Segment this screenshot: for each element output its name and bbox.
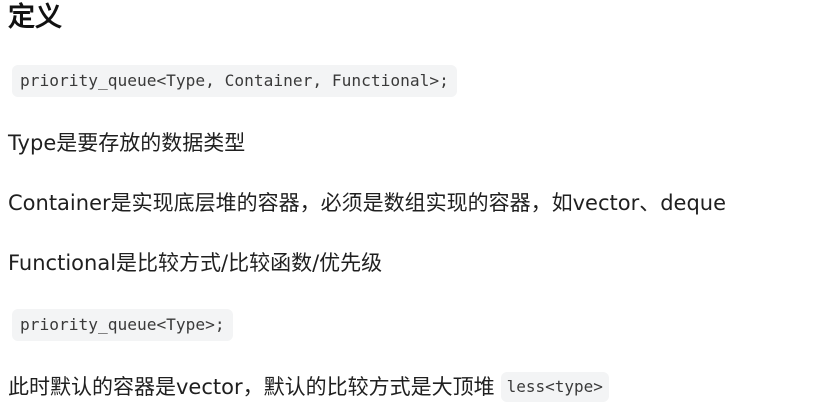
code-snippet-short-signature: priority_queue<Type>; [12, 309, 233, 341]
default-description-line: 此时默认的容器是vector，默认的比较方式是大顶堆 less<type> [8, 372, 609, 402]
inline-code-less-type: less<type> [500, 372, 609, 402]
section-heading: 定义 [8, 2, 62, 33]
default-description: 此时默认的容器是vector，默认的比较方式是大顶堆 [8, 375, 495, 399]
type-description: Type是要存放的数据类型 [8, 131, 246, 155]
container-description: Container是实现底层堆的容器，必须是数组实现的容器，如vector、de… [8, 191, 727, 215]
code-snippet-full-signature: priority_queue<Type, Container, Function… [12, 65, 457, 97]
functional-description: Functional是比较方式/比较函数/优先级 [8, 251, 383, 275]
